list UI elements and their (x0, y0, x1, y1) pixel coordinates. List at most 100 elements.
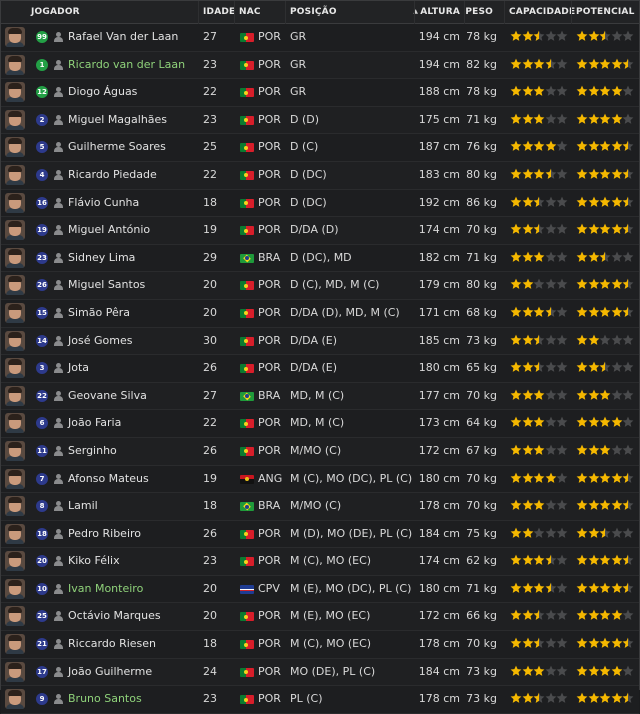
col-capacidade[interactable]: CAPACIDADE (509, 1, 575, 23)
table-row[interactable]: 10 Ivan Monteiro 20 CPV M (E), MO (DC), … (1, 575, 639, 604)
table-row[interactable]: 22 Geovane Silva 27 BRA MD, M (C) 177 cm… (1, 382, 639, 411)
col-jogador[interactable]: JOGADOR (31, 1, 80, 23)
player-weight: 73 kg (466, 692, 497, 706)
col-peso[interactable]: PESO (463, 1, 493, 23)
star-full-icon (599, 499, 611, 511)
player-avatar[interactable] (5, 634, 25, 655)
table-row[interactable]: 1 Ricardo van der Laan 23 POR GR 194 cm … (1, 51, 639, 80)
player-avatar[interactable] (5, 440, 25, 461)
col-potencial[interactable]: POTENCIAL (576, 1, 635, 23)
player-name-link[interactable]: Jota (68, 355, 89, 381)
star-half-icon (545, 554, 557, 566)
table-row[interactable]: 17 João Guilherme 24 POR MO (DE), PL (C)… (1, 658, 639, 687)
player-name-link[interactable]: Simão Pêra (68, 300, 130, 326)
table-row[interactable]: 6 João Faria 22 POR MD, M (C) 173 cm 64 … (1, 410, 639, 438)
table-row[interactable]: 2 Miguel Magalhães 23 POR D (D) 175 cm 7… (1, 106, 639, 135)
player-name-link[interactable]: Geovane Silva (68, 383, 147, 409)
table-row[interactable]: 26 Miguel Santos 20 POR D (C), MD, M (C)… (1, 272, 639, 300)
player-name-link[interactable]: Riccardo Riesen (68, 631, 156, 657)
player-avatar[interactable] (5, 468, 25, 489)
player-name-link[interactable]: Afonso Mateus (68, 466, 149, 492)
player-avatar[interactable] (5, 192, 25, 213)
table-row[interactable]: 8 Lamil 18 BRA M/MO (C) 178 cm 70 kg (1, 493, 639, 521)
col-nac[interactable]: NAC (239, 1, 261, 23)
player-name-link[interactable]: Ricardo Piedade (68, 162, 157, 188)
player-avatar[interactable] (5, 109, 25, 130)
player-name-link[interactable]: Diogo Águas (68, 79, 137, 105)
table-row[interactable]: 14 José Gomes 30 POR D/DA (E) 185 cm 73 … (1, 327, 639, 356)
player-name-link[interactable]: Serginho (68, 438, 117, 464)
star-full-icon (510, 168, 522, 180)
table-row[interactable]: 7 Afonso Mateus 19 ANG M (C), MO (DC), P… (1, 465, 639, 494)
table-row[interactable]: 5 Guilherme Soares 25 POR D (C) 187 cm 7… (1, 134, 639, 162)
star-full-icon (588, 554, 600, 566)
player-avatar[interactable] (5, 606, 25, 627)
player-avatar[interactable] (5, 578, 25, 599)
star-empty-icon (556, 444, 568, 456)
star-half-icon (599, 527, 611, 539)
col-idade[interactable]: IDADE (203, 1, 235, 23)
star-empty-icon (599, 334, 611, 346)
player-avatar[interactable] (5, 82, 25, 103)
col-posicao[interactable]: POSIÇÃO (290, 1, 337, 23)
player-position: D (C) (290, 140, 319, 154)
player-avatar[interactable] (5, 220, 25, 241)
player-name-link[interactable]: Miguel Magalhães (68, 107, 167, 133)
player-name-link[interactable]: Miguel António (68, 217, 150, 243)
player-avatar[interactable] (5, 330, 25, 351)
player-avatar[interactable] (5, 164, 25, 185)
table-row[interactable]: 21 Riccardo Riesen 18 POR M (C), MO (EC)… (1, 631, 639, 659)
flag-portugal-icon (240, 226, 254, 236)
table-row[interactable]: 11 Serginho 26 POR M/MO (C) 172 cm 67 kg (1, 437, 639, 466)
table-row[interactable]: 16 Flávio Cunha 18 POR D (DC) 192 cm 86 … (1, 189, 639, 218)
table-row[interactable]: 3 Jota 26 POR D/DA (E) 180 cm 65 kg (1, 355, 639, 383)
star-full-icon (533, 251, 545, 263)
player-name-link[interactable]: Lamil (68, 493, 98, 519)
star-full-icon (588, 168, 600, 180)
table-row[interactable]: 15 Simão Pêra 20 POR D/DA (D), MD, M (C)… (1, 299, 639, 328)
player-name-link[interactable]: Rafael Van der Laan (68, 24, 178, 50)
table-row[interactable]: 99 Rafael Van der Laan 27 POR GR 194 cm … (1, 24, 639, 52)
player-name-link[interactable]: João Faria (68, 410, 121, 436)
star-full-icon (510, 140, 522, 152)
table-row[interactable]: 18 Pedro Ribeiro 26 POR M (D), MO (DE), … (1, 520, 639, 549)
player-name-link[interactable]: Flávio Cunha (68, 190, 139, 216)
table-row[interactable]: 23 Sidney Lima 29 BRA D (DC), MD 182 cm … (1, 244, 639, 273)
player-avatar[interactable] (5, 275, 25, 296)
star-full-icon (522, 30, 534, 42)
player-avatar[interactable] (5, 551, 25, 572)
player-avatar[interactable] (5, 302, 25, 323)
star-empty-icon (556, 251, 568, 263)
player-avatar[interactable] (5, 496, 25, 517)
player-name-link[interactable]: Ivan Monteiro (68, 576, 143, 602)
player-avatar[interactable] (5, 358, 25, 379)
table-row[interactable]: 19 Miguel António 19 POR D/DA (D) 174 cm… (1, 217, 639, 245)
player-position: GR (290, 57, 307, 71)
table-row[interactable]: 25 Octávio Marques 20 POR M (E), MO (EC)… (1, 603, 639, 632)
table-row[interactable]: 9 Bruno Santos 23 POR PL (C) 178 cm 73 k… (1, 686, 639, 714)
player-name-link[interactable]: Bruno Santos (68, 686, 142, 712)
player-name-link[interactable]: Guilherme Soares (68, 134, 166, 160)
player-name-link[interactable]: Ricardo van der Laan (68, 52, 185, 78)
player-name-link[interactable]: Sidney Lima (68, 245, 135, 271)
player-name-link[interactable]: José Gomes (68, 328, 132, 354)
player-height: 194 cm (418, 30, 460, 43)
player-name-link[interactable]: Octávio Marques (68, 603, 161, 629)
player-avatar[interactable] (5, 137, 25, 158)
player-avatar[interactable] (5, 54, 25, 75)
player-name-link[interactable]: Miguel Santos (68, 272, 145, 298)
player-avatar[interactable] (5, 413, 25, 434)
player-avatar[interactable] (5, 661, 25, 682)
player-avatar[interactable] (5, 385, 25, 406)
player-name-link[interactable]: Pedro Ribeiro (68, 521, 141, 547)
table-row[interactable]: 20 Kiko Félix 23 POR M (C), MO (EC) 174 … (1, 548, 639, 576)
player-avatar[interactable] (5, 247, 25, 268)
table-row[interactable]: 12 Diogo Águas 22 POR GR 188 cm 78 kg (1, 79, 639, 107)
player-avatar[interactable] (5, 689, 25, 710)
player-avatar[interactable] (5, 27, 25, 47)
player-avatar[interactable] (5, 523, 25, 544)
player-name-link[interactable]: João Guilherme (68, 659, 152, 685)
table-row[interactable]: 4 Ricardo Piedade 22 POR D (DC) 183 cm 8… (1, 161, 639, 190)
player-name-link[interactable]: Kiko Félix (68, 548, 120, 574)
star-empty-icon (556, 416, 568, 428)
